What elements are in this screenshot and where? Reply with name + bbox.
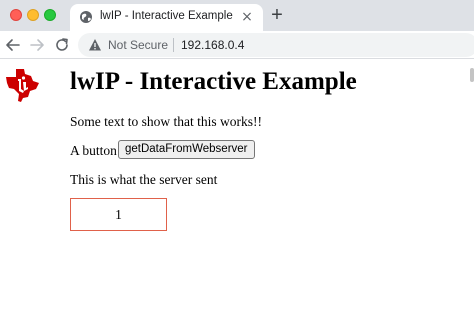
close-tab-icon[interactable]: × xyxy=(239,9,255,25)
tab-title: lwIP - Interactive Example xyxy=(100,10,233,22)
close-window-button[interactable] xyxy=(10,9,22,21)
tab-lwip[interactable]: lwIP - Interactive Example × xyxy=(70,4,263,31)
browser-window: lwIP - Interactive Example × + Not Secur… xyxy=(0,0,474,331)
toolbar: Not Secure 192.168.0.4 xyxy=(0,31,474,59)
server-label: This is what the server sent xyxy=(70,172,218,187)
back-arrow-icon[interactable] xyxy=(5,37,21,53)
minimize-window-button[interactable] xyxy=(27,9,39,21)
server-response-box: 1 xyxy=(70,198,167,231)
url-text[interactable]: 192.168.0.4 xyxy=(181,38,244,52)
button-label: A button xyxy=(70,143,117,158)
address-bar[interactable]: Not Secure 192.168.0.4 xyxy=(78,33,474,57)
address-divider xyxy=(173,38,174,52)
reload-icon[interactable] xyxy=(54,37,70,53)
scrollbar-thumb[interactable] xyxy=(470,68,474,82)
globe-icon xyxy=(80,11,92,23)
get-data-button[interactable]: getDataFromWebserver xyxy=(118,140,255,159)
forward-arrow-icon[interactable] xyxy=(29,37,45,53)
zoom-window-button[interactable] xyxy=(44,9,56,21)
warning-icon[interactable] xyxy=(88,38,102,52)
security-label[interactable]: Not Secure xyxy=(108,38,168,52)
tab-strip: lwIP - Interactive Example × + xyxy=(0,0,474,31)
ti-logo xyxy=(6,69,39,102)
intro-text: Some text to show that this works!! xyxy=(70,114,262,129)
page-title: lwIP - Interactive Example xyxy=(70,68,357,95)
new-tab-button[interactable]: + xyxy=(267,5,287,25)
page-viewport: lwIP - Interactive Example Some text to … xyxy=(0,60,474,331)
